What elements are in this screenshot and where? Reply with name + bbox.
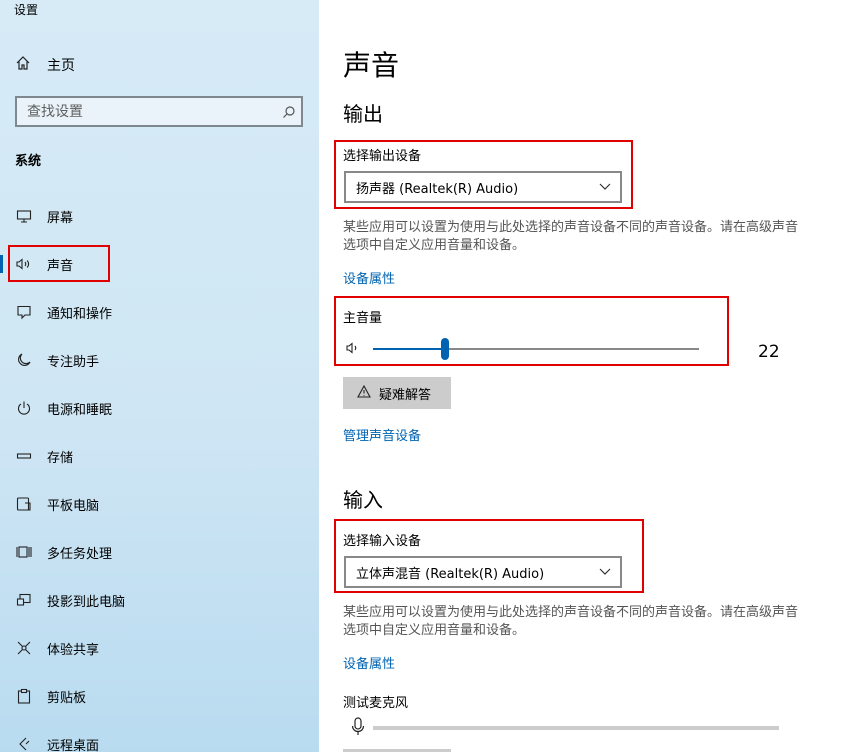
sidebar-item-clipboard[interactable]: 剪贴板 bbox=[0, 672, 319, 720]
sidebar-item-label: 多任务处理 bbox=[47, 546, 113, 562]
output-device-properties-link[interactable]: 设备属性 bbox=[343, 268, 395, 287]
mic-level-meter bbox=[373, 726, 779, 730]
sidebar-item-power[interactable]: 电源和睡眠 bbox=[0, 384, 319, 432]
sidebar-item-label: 存储 bbox=[47, 450, 74, 466]
output-note: 某些应用可以设置为使用与此处选择的声音设备不同的声音设备。请在高级声音选项中自定… bbox=[343, 220, 799, 253]
input-device-properties-link[interactable]: 设备属性 bbox=[343, 653, 395, 672]
troubleshoot-label: 疑难解答 bbox=[379, 387, 432, 403]
sidebar-item-label: 远程桌面 bbox=[47, 738, 100, 752]
section-label: 系统 bbox=[15, 154, 42, 169]
volume-slider-thumb[interactable] bbox=[441, 338, 449, 360]
sidebar-item-project[interactable]: 投影到此电脑 bbox=[0, 576, 319, 624]
window-title: 设置 bbox=[14, 3, 39, 17]
home-icon bbox=[15, 55, 31, 75]
sidebar-item-display[interactable]: 屏幕 bbox=[0, 192, 319, 240]
search-input[interactable] bbox=[17, 103, 277, 120]
master-volume-label: 主音量 bbox=[343, 311, 383, 326]
volume-speaker-icon[interactable] bbox=[345, 340, 361, 360]
home-nav[interactable]: 主页 bbox=[15, 55, 75, 75]
sidebar-item-label: 通知和操作 bbox=[47, 306, 113, 322]
home-label: 主页 bbox=[47, 58, 75, 74]
sidebar-item-focus-assist[interactable]: 专注助手 bbox=[0, 336, 319, 384]
output-device-dropdown[interactable]: 扬声器 (Realtek(R) Audio) bbox=[344, 171, 622, 203]
microphone-icon bbox=[351, 717, 365, 741]
sidebar-item-tablet[interactable]: 平板电脑 bbox=[0, 480, 319, 528]
project-icon bbox=[15, 591, 33, 609]
main-panel: 声音 输出 选择输出设备 扬声器 (Realtek(R) Audio) 某些应用… bbox=[319, 0, 863, 752]
output-device-label: 选择输出设备 bbox=[343, 149, 422, 164]
input-device-dropdown[interactable]: 立体声混音 (Realtek(R) Audio) bbox=[344, 556, 622, 588]
sidebar-item-label: 剪贴板 bbox=[47, 690, 87, 706]
sidebar-item-multitasking[interactable]: 多任务处理 bbox=[0, 528, 319, 576]
storage-icon bbox=[15, 447, 33, 465]
manage-sound-devices-link[interactable]: 管理声音设备 bbox=[343, 425, 421, 444]
remote-icon bbox=[15, 735, 33, 752]
moon-icon bbox=[15, 351, 33, 369]
warning-icon bbox=[357, 384, 371, 402]
sidebar-item-label: 体验共享 bbox=[47, 642, 100, 658]
sidebar-item-remote-desktop[interactable]: 远程桌面 bbox=[0, 720, 319, 752]
sidebar-item-label: 投影到此电脑 bbox=[47, 594, 126, 610]
multitask-icon bbox=[15, 543, 33, 561]
sidebar-item-label: 电源和睡眠 bbox=[47, 402, 113, 418]
share-icon bbox=[15, 639, 33, 657]
page-title: 声音 bbox=[343, 49, 400, 82]
volume-slider-fill bbox=[373, 348, 445, 350]
master-volume-slider[interactable] bbox=[373, 337, 699, 361]
input-device-value: 立体声混音 (Realtek(R) Audio) bbox=[356, 566, 545, 582]
output-device-value: 扬声器 (Realtek(R) Audio) bbox=[356, 181, 519, 197]
power-icon bbox=[15, 399, 33, 417]
sidebar-item-label: 屏幕 bbox=[47, 210, 74, 226]
input-heading: 输入 bbox=[343, 488, 383, 512]
sidebar-item-label: 平板电脑 bbox=[47, 498, 100, 514]
chevron-down-icon bbox=[590, 183, 620, 191]
tablet-icon bbox=[15, 495, 33, 513]
chevron-down-icon bbox=[590, 568, 620, 576]
output-heading: 输出 bbox=[343, 102, 383, 126]
sidebar-item-shared-experiences[interactable]: 体验共享 bbox=[0, 624, 319, 672]
sidebar: 设置 主页 系统 屏幕 声音 通知和操作 bbox=[0, 0, 319, 752]
highlight-box-sound-nav bbox=[8, 245, 110, 282]
sidebar-item-storage[interactable]: 存储 bbox=[0, 432, 319, 480]
input-note: 某些应用可以设置为使用与此处选择的声音设备不同的声音设备。请在高级声音选项中自定… bbox=[343, 605, 799, 638]
notification-icon bbox=[15, 303, 33, 321]
volume-value: 22 bbox=[758, 342, 780, 362]
input-device-label: 选择输入设备 bbox=[343, 534, 422, 549]
search-box[interactable] bbox=[15, 96, 303, 127]
troubleshoot-button[interactable]: 疑难解答 bbox=[343, 377, 451, 409]
sidebar-item-notifications[interactable]: 通知和操作 bbox=[0, 288, 319, 336]
clipboard-icon bbox=[15, 687, 33, 705]
mic-test-label: 测试麦克风 bbox=[343, 696, 409, 711]
search-icon[interactable] bbox=[277, 105, 301, 119]
sidebar-item-label: 专注助手 bbox=[47, 354, 100, 370]
monitor-icon bbox=[15, 207, 33, 225]
